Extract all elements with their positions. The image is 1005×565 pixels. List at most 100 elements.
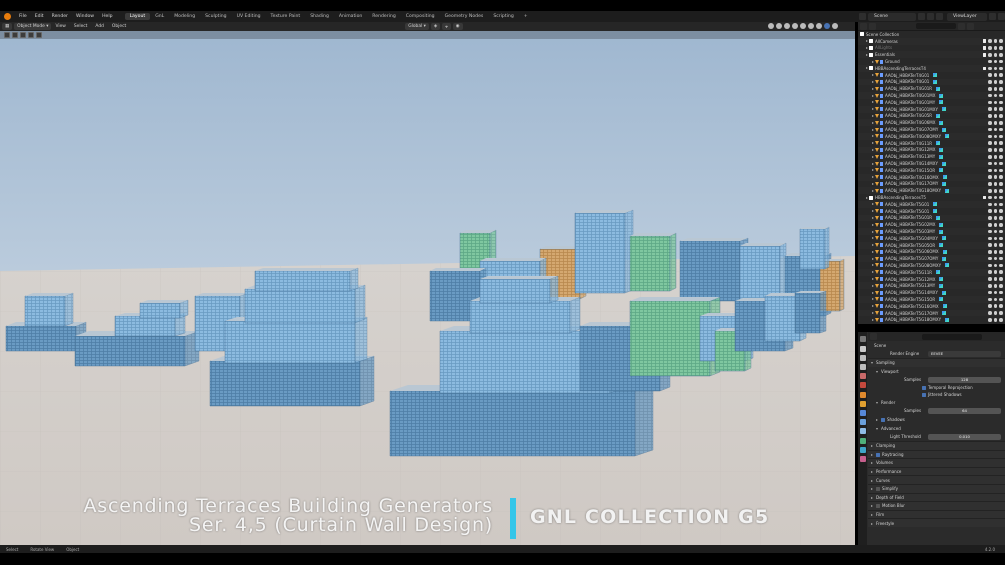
- checkbox-icon[interactable]: [922, 385, 926, 390]
- scene-tab-icon[interactable]: [859, 373, 866, 379]
- eye-icon[interactable]: [993, 209, 998, 213]
- eye-icon[interactable]: [993, 148, 998, 152]
- select-toggle-icon[interactable]: [988, 290, 992, 295]
- select-toggle-icon[interactable]: [988, 195, 992, 200]
- camera-icon[interactable]: [999, 202, 1003, 207]
- panel-simplify[interactable]: Simplify: [868, 483, 1005, 493]
- outliner-row[interactable]: HBBAscendingTerracesT4: [858, 64, 1005, 72]
- outliner-row[interactable]: Essentials: [858, 51, 1005, 59]
- jittered-row[interactable]: Jittered Shadows: [868, 391, 1005, 398]
- outliner-row[interactable]: HBBAscendingTerracesT5: [858, 194, 1005, 201]
- outliner-row[interactable]: AAObj_HBBATerT4G01MXY: [858, 105, 1005, 113]
- panel-depth-of-field[interactable]: Depth of Field: [868, 492, 1005, 502]
- expand-arrow-icon[interactable]: [872, 176, 874, 179]
- camera-icon[interactable]: [999, 263, 1003, 268]
- select-toggle-icon[interactable]: [988, 141, 992, 145]
- expand-arrow-icon[interactable]: [866, 53, 868, 56]
- editor-type-icon[interactable]: ▦: [2, 23, 13, 30]
- select-toggle-icon[interactable]: [988, 250, 992, 254]
- eye-icon[interactable]: [993, 93, 998, 98]
- menu-edit[interactable]: Edit: [31, 14, 48, 19]
- include-checkbox-icon[interactable]: [982, 39, 987, 43]
- camera-icon[interactable]: [999, 120, 1003, 125]
- select-toggle-icon[interactable]: [988, 318, 992, 322]
- eye-icon[interactable]: [993, 250, 998, 254]
- outliner-editor-icon[interactable]: [860, 22, 867, 30]
- camera-icon[interactable]: [999, 107, 1003, 111]
- select-box-icon[interactable]: [12, 32, 18, 38]
- camera-icon[interactable]: [999, 216, 1003, 220]
- expand-arrow-icon[interactable]: [872, 244, 874, 247]
- select-toggle-icon[interactable]: [988, 277, 992, 281]
- data-tab-icon[interactable]: [859, 447, 866, 453]
- expand-arrow-icon[interactable]: [866, 196, 868, 199]
- sampling-panel-header[interactable]: Sampling: [868, 358, 1005, 367]
- menu-render[interactable]: Render: [48, 14, 72, 19]
- camera-icon[interactable]: [999, 134, 1003, 139]
- select-toggle-icon[interactable]: [988, 127, 992, 132]
- camera-icon[interactable]: [999, 66, 1003, 71]
- camera-icon[interactable]: [999, 59, 1003, 64]
- transform-orientation[interactable]: Global ▾: [405, 23, 429, 30]
- eye-icon[interactable]: [993, 120, 998, 125]
- mode-selector[interactable]: Object Mode ▾: [14, 23, 52, 30]
- expand-arrow-icon[interactable]: [872, 257, 874, 260]
- panel-freestyle[interactable]: Freestyle: [868, 518, 1005, 527]
- eye-icon[interactable]: [993, 256, 998, 261]
- expand-arrow-icon[interactable]: [866, 40, 868, 43]
- outliner-row[interactable]: AAObj_HBBATerT5G01R: [858, 214, 1005, 222]
- select-toggle-icon[interactable]: [988, 168, 992, 173]
- add-view-layer-icon[interactable]: [989, 13, 996, 20]
- eye-icon[interactable]: [993, 73, 998, 77]
- expand-arrow-icon[interactable]: [872, 135, 874, 138]
- display-mode-icon[interactable]: [869, 22, 876, 30]
- include-checkbox-icon[interactable]: [982, 195, 987, 200]
- select-extend-icon[interactable]: [20, 32, 26, 38]
- viewport-menu-select[interactable]: Select: [70, 24, 92, 29]
- select-toggle-icon[interactable]: [988, 161, 992, 166]
- outliner-row[interactable]: AAObj_HBBATerT4G15OR: [858, 167, 1005, 174]
- panel-performance[interactable]: Performance: [868, 466, 1005, 476]
- outliner-row[interactable]: AAObj_HBBATerT4G13MY: [858, 153, 1005, 160]
- outliner-row[interactable]: AAObj_HBBATerT4G06MX: [858, 119, 1005, 127]
- camera-icon[interactable]: [999, 256, 1003, 261]
- collection-tab-icon[interactable]: [859, 392, 866, 398]
- outliner-row[interactable]: AAObj_HBBATerT5G17OMY: [858, 309, 1005, 317]
- select-toggle-icon[interactable]: [988, 229, 992, 234]
- outliner-row[interactable]: AAObj_HBBATerT5G13MY: [858, 282, 1005, 290]
- advanced-subpanel-header[interactable]: Advanced: [868, 424, 1005, 433]
- proportional-edit-icon[interactable]: ◉: [452, 23, 463, 30]
- panel-film[interactable]: Film: [868, 509, 1005, 519]
- camera-icon[interactable]: [999, 236, 1003, 241]
- blender-logo-icon[interactable]: [4, 13, 11, 20]
- expand-arrow-icon[interactable]: [872, 278, 874, 281]
- select-toggle-icon[interactable]: [988, 236, 992, 241]
- camera-icon[interactable]: [999, 284, 1003, 288]
- expand-arrow-icon[interactable]: [872, 237, 874, 240]
- outliner-row[interactable]: AAObj_HBBATerT4G12MX: [858, 146, 1005, 154]
- select-toggle-icon[interactable]: [988, 209, 992, 213]
- outliner-row[interactable]: AllCameras: [858, 37, 1005, 45]
- eye-icon[interactable]: [993, 182, 998, 186]
- eye-icon[interactable]: [993, 297, 998, 302]
- gizmo-icon[interactable]: [776, 23, 782, 29]
- select-toggle-icon[interactable]: [988, 304, 992, 309]
- outliner-row[interactable]: AAObj_HBBATerT4G17OMY: [858, 181, 1005, 188]
- eye-icon[interactable]: [993, 161, 998, 166]
- expand-arrow-icon[interactable]: [872, 264, 874, 267]
- outliner-row[interactable]: AAObj_HBBATerT4G11R: [858, 140, 1005, 147]
- outliner-row[interactable]: AAObj_HBBATerT4G01MY: [858, 99, 1005, 106]
- filter-icon[interactable]: [958, 22, 965, 30]
- eye-icon[interactable]: [993, 195, 998, 200]
- select-toggle-icon[interactable]: [988, 134, 992, 139]
- viewport-menu-view[interactable]: View: [51, 24, 69, 29]
- outliner-row[interactable]: AAObj_HBBATerT5G12MX: [858, 276, 1005, 283]
- expand-arrow-icon[interactable]: [872, 148, 874, 151]
- camera-icon[interactable]: [999, 311, 1003, 315]
- camera-icon[interactable]: [999, 154, 1003, 159]
- select-toggle-icon[interactable]: [988, 73, 992, 77]
- outliner-row[interactable]: Ground: [858, 58, 1005, 65]
- expand-arrow-icon[interactable]: [872, 284, 874, 287]
- eye-icon[interactable]: [993, 168, 998, 173]
- eye-icon[interactable]: [993, 284, 998, 288]
